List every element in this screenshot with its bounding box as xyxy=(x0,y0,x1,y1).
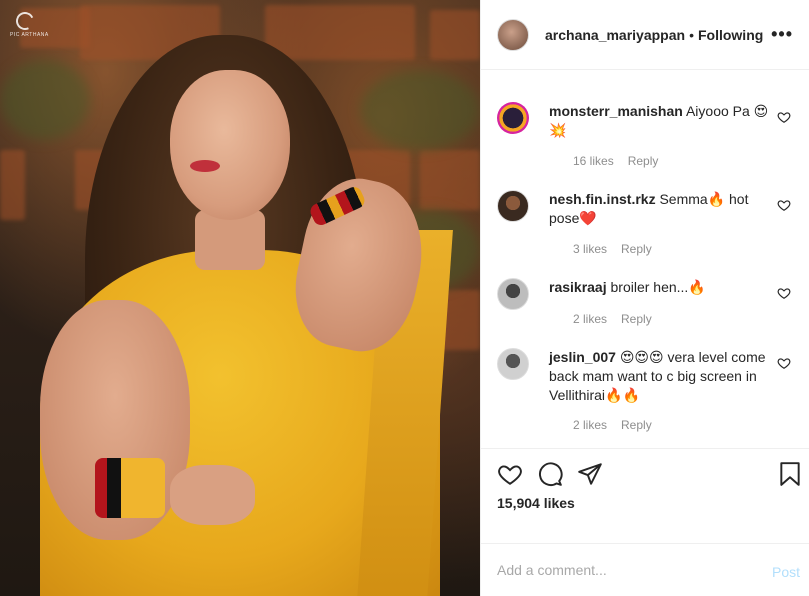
avatar[interactable] xyxy=(497,348,529,380)
owner-username[interactable]: archana_mariyappan xyxy=(545,27,685,43)
reply-button[interactable]: Reply xyxy=(628,154,659,168)
comment-username[interactable]: jeslin_007 xyxy=(549,349,616,365)
post-actions: 15,904 likes xyxy=(481,448,809,543)
watermark-text: PIC ARTHANA xyxy=(10,32,49,38)
bg-shape xyxy=(0,150,25,220)
comment-meta: 16 likes Reply xyxy=(573,154,658,168)
post-side-panel: archana_mariyappan • Following ••• monst… xyxy=(480,0,809,596)
comments-list[interactable]: monsterr_manishan Aiyooo Pa 😍💥 16 likes R… xyxy=(481,70,809,448)
comment-likes[interactable]: 2 likes xyxy=(573,418,607,432)
photo-hand xyxy=(170,465,255,525)
following-button[interactable]: Following xyxy=(698,27,763,43)
bg-shape xyxy=(0,60,90,140)
comment-meta: 2 likes Reply xyxy=(573,312,652,326)
heart-icon[interactable] xyxy=(777,198,791,212)
post-photo[interactable]: PIC ARTHANA xyxy=(0,0,480,596)
heart-icon[interactable] xyxy=(497,461,523,487)
heart-icon[interactable] xyxy=(777,286,791,300)
watermark-mark xyxy=(13,9,37,33)
photo-face xyxy=(170,70,290,220)
likes-count[interactable]: 15,904 likes xyxy=(497,495,575,511)
bookmark-icon[interactable] xyxy=(777,461,803,487)
avatar[interactable] xyxy=(497,278,529,310)
separator-dot: • xyxy=(689,26,694,43)
comment-body: monsterr_manishan Aiyooo Pa 😍💥 xyxy=(549,102,769,140)
comment-likes[interactable]: 16 likes xyxy=(573,154,614,168)
share-icon[interactable] xyxy=(577,461,603,487)
watermark-logo: PIC ARTHANA xyxy=(10,9,48,40)
comment-username[interactable]: rasikraaj xyxy=(549,279,607,295)
heart-icon[interactable] xyxy=(777,110,791,124)
bg-shape xyxy=(420,150,480,210)
more-icon[interactable]: ••• xyxy=(771,24,793,45)
reply-button[interactable]: Reply xyxy=(621,312,652,326)
photo-bangles-left xyxy=(95,458,165,518)
comment-body: nesh.fin.inst.rkz Semma🔥 hot pose❤️ xyxy=(549,190,769,228)
reply-button[interactable]: Reply xyxy=(621,418,652,432)
avatar[interactable] xyxy=(497,18,529,51)
comment-username[interactable]: monsterr_manishan xyxy=(549,103,683,119)
add-comment-bar: Post xyxy=(481,543,809,596)
comment-likes[interactable]: 2 likes xyxy=(573,312,607,326)
comment-username[interactable]: nesh.fin.inst.rkz xyxy=(549,191,656,207)
bg-shape xyxy=(265,5,415,60)
photo-lips xyxy=(190,160,220,172)
comment-input[interactable] xyxy=(497,562,737,578)
bg-shape xyxy=(360,70,480,150)
comment-icon[interactable] xyxy=(537,461,563,487)
post-header: archana_mariyappan • Following ••• xyxy=(481,0,809,70)
comment-meta: 2 likes Reply xyxy=(573,418,652,432)
comment-body: rasikraaj broiler hen...🔥 xyxy=(549,278,769,297)
heart-icon[interactable] xyxy=(777,356,791,370)
avatar[interactable] xyxy=(497,190,529,222)
comment-text: broiler hen...🔥 xyxy=(610,279,706,295)
avatar[interactable] xyxy=(497,102,529,134)
bg-shape xyxy=(430,10,480,60)
comment-likes[interactable]: 3 likes xyxy=(573,242,607,256)
post-button[interactable]: Post xyxy=(772,564,800,580)
comment-meta: 3 likes Reply xyxy=(573,242,652,256)
comment-body: jeslin_007 😍😍😍 vera level come back mam … xyxy=(549,348,769,405)
reply-button[interactable]: Reply xyxy=(621,242,652,256)
